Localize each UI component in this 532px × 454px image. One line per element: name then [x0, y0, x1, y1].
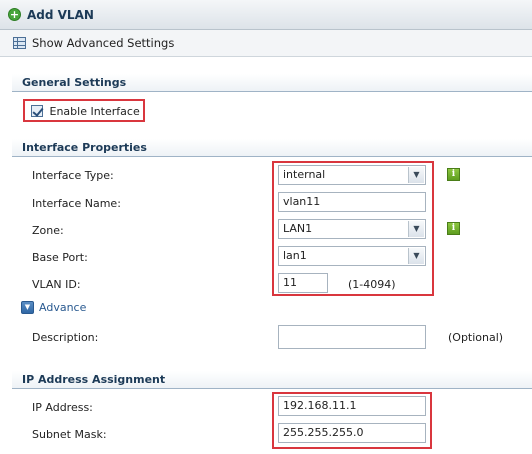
chevron-down-icon[interactable]: ▼	[21, 301, 34, 314]
table-icon	[13, 37, 26, 49]
interface-type-label: Interface Type:	[32, 169, 114, 182]
zone-label: Zone:	[32, 224, 64, 237]
info-icon[interactable]: i	[447, 168, 460, 181]
subnet-mask-label: Subnet Mask:	[32, 428, 107, 441]
vlan-id-range-hint: (1-4094)	[348, 278, 396, 291]
advance-toggle[interactable]: ▼ Advance	[21, 301, 86, 314]
chevron-down-icon[interactable]: ▼	[408, 221, 424, 237]
interface-name-label: Interface Name:	[32, 197, 121, 210]
show-advanced-settings-button[interactable]: Show Advanced Settings	[32, 36, 174, 50]
base-port-value: lan1	[283, 249, 307, 262]
add-circle-icon: +	[8, 8, 21, 21]
info-icon[interactable]: i	[447, 222, 460, 235]
ip-address-input[interactable]: 192.168.11.1	[278, 396, 426, 416]
zone-value: LAN1	[283, 222, 313, 235]
base-port-label: Base Port:	[32, 251, 88, 264]
enable-interface-label: Enable Interface	[49, 104, 140, 118]
section-header-ip-assignment: IP Address Assignment	[12, 371, 532, 389]
description-input[interactable]	[278, 325, 426, 349]
ip-address-label: IP Address:	[32, 401, 93, 414]
dialog-title: Add VLAN	[27, 7, 94, 22]
chevron-down-icon[interactable]: ▼	[408, 248, 424, 264]
advance-label[interactable]: Advance	[39, 301, 86, 314]
section-header-general: General Settings	[12, 74, 532, 92]
zone-select[interactable]: LAN1 ▼	[278, 219, 426, 239]
toolbar: Show Advanced Settings	[0, 30, 532, 57]
interface-name-input[interactable]: vlan11	[278, 192, 426, 212]
interface-type-value: internal	[283, 168, 326, 181]
section-header-interface-properties: Interface Properties	[12, 139, 532, 157]
chevron-down-icon[interactable]: ▼	[408, 167, 424, 183]
description-optional-hint: (Optional)	[448, 331, 504, 344]
checkbox-checked-icon[interactable]	[31, 105, 43, 117]
vlan-id-input[interactable]: 11	[278, 273, 328, 293]
vlan-id-label: VLAN ID:	[32, 278, 81, 291]
description-label: Description:	[32, 331, 99, 344]
base-port-select[interactable]: lan1 ▼	[278, 246, 426, 266]
enable-interface-checkbox[interactable]: Enable Interface	[31, 104, 140, 118]
subnet-mask-input[interactable]: 255.255.255.0	[278, 423, 426, 443]
dialog-titlebar: + Add VLAN	[0, 0, 532, 30]
interface-type-select[interactable]: internal ▼	[278, 165, 426, 185]
